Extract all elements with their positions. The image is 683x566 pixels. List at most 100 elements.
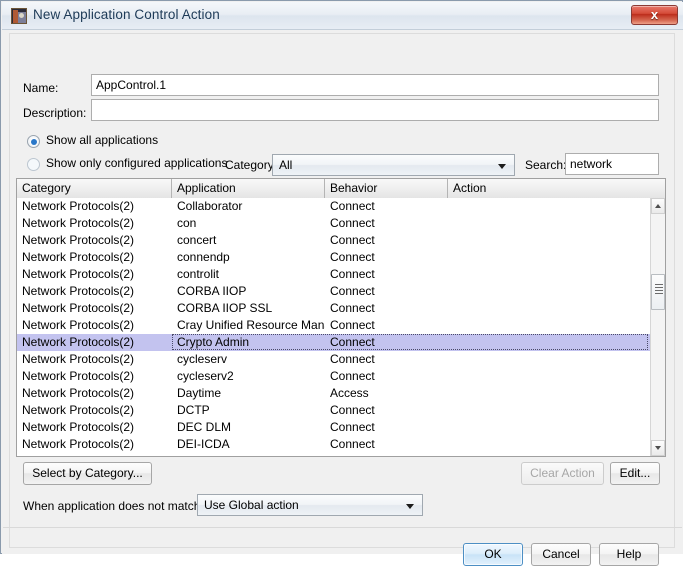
radio-on-icon xyxy=(27,135,40,148)
cell-behavior: Connect xyxy=(330,369,375,383)
title-bar: New Application Control Action x xyxy=(2,2,683,30)
cell-action xyxy=(448,334,650,351)
description-input[interactable] xyxy=(91,99,659,121)
cell-category: Network Protocols(2) xyxy=(22,233,135,247)
name-label: Name: xyxy=(23,81,59,95)
radio-show-all-label: Show all applications xyxy=(46,133,159,147)
radio-show-configured-label: Show only configured applications xyxy=(46,156,228,170)
cell-action xyxy=(448,300,650,317)
dialog-client-area: Name: AppControl.1 Description: Show all… xyxy=(2,30,683,566)
table-row[interactable]: Network Protocols(2) CORBA IIOP Connect xyxy=(17,283,650,300)
column-header-behavior[interactable]: Behavior xyxy=(325,179,448,198)
chevron-down-icon xyxy=(498,164,506,169)
clear-action-button[interactable]: Clear Action xyxy=(521,462,604,485)
column-header-action[interactable]: Action xyxy=(448,179,665,198)
cell-application: Daytime xyxy=(177,386,222,400)
cell-category: Network Protocols(2) xyxy=(22,216,135,230)
cell-category: Network Protocols(2) xyxy=(22,420,135,434)
cell-category: Network Protocols(2) xyxy=(22,284,135,298)
cell-category: Network Protocols(2) xyxy=(22,369,135,383)
chevron-down-icon xyxy=(406,504,414,509)
scroll-up-button[interactable] xyxy=(651,198,665,214)
cell-action xyxy=(448,249,650,266)
cell-action xyxy=(448,351,650,368)
table-row[interactable]: Network Protocols(2) cycleserv Connect xyxy=(17,351,650,368)
table-row[interactable]: Network Protocols(2) cycleserv2 Connect xyxy=(17,368,650,385)
cell-application: cycleserv xyxy=(177,352,228,366)
table-row[interactable]: Network Protocols(2) DEC DLM Connect xyxy=(17,419,650,436)
cell-behavior: Connect xyxy=(330,233,375,247)
close-icon: x xyxy=(650,7,659,22)
table-row[interactable]: Network Protocols(2) DEI-ICDA Connect xyxy=(17,436,650,453)
dialog-window: New Application Control Action x Name: A… xyxy=(0,0,683,566)
scroll-down-button[interactable] xyxy=(651,440,665,456)
table-row[interactable]: Network Protocols(2) Cray Unified Resourc… xyxy=(17,317,650,334)
app-window-icon xyxy=(11,8,27,24)
cell-behavior: Connect xyxy=(330,301,375,315)
cell-application: DEC DLM xyxy=(177,420,232,434)
table-row[interactable]: Network Protocols(2) con Connect xyxy=(17,215,650,232)
cell-action xyxy=(448,385,650,402)
cell-action xyxy=(448,198,650,215)
scrollbar-thumb[interactable] xyxy=(651,274,665,310)
table-row[interactable]: Network Protocols(2) controlit Connect xyxy=(17,266,650,283)
table-row[interactable]: Network Protocols(2) Crypto Admin Connect xyxy=(17,334,650,351)
cell-category: Network Protocols(2) xyxy=(22,199,135,213)
category-label: Category: xyxy=(225,158,278,172)
cell-behavior: Access xyxy=(330,386,369,400)
table-header-row: Category Application Behavior Action xyxy=(17,179,665,199)
category-dropdown[interactable]: All xyxy=(272,154,515,176)
cell-behavior: Connect xyxy=(330,437,375,451)
cell-category: Network Protocols(2) xyxy=(22,437,135,451)
no-match-label: When application does not match: xyxy=(23,499,204,513)
table-row[interactable]: Network Protocols(2) connendp Connect xyxy=(17,249,650,266)
cell-action xyxy=(448,419,650,436)
search-input[interactable]: network xyxy=(565,153,659,175)
cell-behavior: Connect xyxy=(330,403,375,417)
search-label: Search: xyxy=(525,158,567,172)
no-match-selected-value: Use Global action xyxy=(204,498,299,512)
cell-behavior: Connect xyxy=(330,284,375,298)
cell-behavior: Connect xyxy=(330,318,375,332)
description-label: Description: xyxy=(23,106,87,120)
cell-behavior: Connect xyxy=(330,420,375,434)
window-title: New Application Control Action xyxy=(33,7,220,22)
no-match-dropdown[interactable]: Use Global action xyxy=(197,494,423,516)
triangle-down-icon xyxy=(655,446,661,450)
cell-action xyxy=(448,283,650,300)
cell-application: CORBA IIOP SSL xyxy=(177,301,273,315)
edit-button[interactable]: Edit... xyxy=(610,462,660,485)
table-row[interactable]: Network Protocols(2) CORBA IIOP SSL Connec… xyxy=(17,300,650,317)
cell-action xyxy=(448,232,650,249)
grip-icon xyxy=(655,287,663,288)
column-header-application[interactable]: Application xyxy=(172,179,325,198)
name-input[interactable]: AppControl.1 xyxy=(91,74,659,96)
ok-button[interactable]: OK xyxy=(463,543,523,566)
table-row[interactable]: Network Protocols(2) concert Connect xyxy=(17,232,650,249)
table-row[interactable]: Network Protocols(2) Daytime Access xyxy=(17,385,650,402)
cell-application: Crypto Admin xyxy=(177,335,250,349)
cancel-button[interactable]: Cancel xyxy=(531,543,591,566)
applications-table: Category Application Behavior Action Net… xyxy=(16,178,666,457)
cell-application: concert xyxy=(177,233,217,247)
close-button[interactable]: x xyxy=(631,5,678,25)
cell-category: Network Protocols(2) xyxy=(22,250,135,264)
select-by-category-button[interactable]: Select by Category... xyxy=(23,462,152,485)
column-header-category[interactable]: Category xyxy=(17,179,172,198)
cell-category: Network Protocols(2) xyxy=(22,301,135,315)
radio-off-icon xyxy=(27,158,40,171)
help-button[interactable]: Help xyxy=(599,543,659,566)
cell-category: Network Protocols(2) xyxy=(22,352,135,366)
cell-application: controlit xyxy=(177,267,220,281)
table-body[interactable]: Network Protocols(2) Collaborator Connect N… xyxy=(17,198,650,456)
table-vertical-scrollbar[interactable] xyxy=(650,198,665,456)
footer-divider xyxy=(3,527,682,528)
cell-category: Network Protocols(2) xyxy=(22,318,135,332)
cell-action xyxy=(448,266,650,283)
table-row[interactable]: Network Protocols(2) DCTP Connect xyxy=(17,402,650,419)
cell-application: DCTP xyxy=(177,403,210,417)
cell-behavior: Connect xyxy=(330,199,375,213)
cell-application: Cray Unified Resource Mana... xyxy=(177,318,325,332)
cell-application: cycleserv2 xyxy=(177,369,234,383)
table-row[interactable]: Network Protocols(2) Collaborator Connect xyxy=(17,198,650,215)
